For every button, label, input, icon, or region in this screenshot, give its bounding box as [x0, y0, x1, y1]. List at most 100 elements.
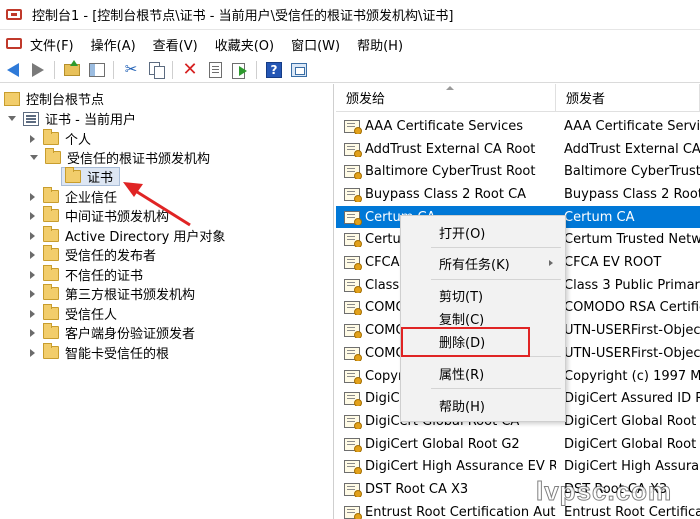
chevron-right-icon[interactable]	[30, 270, 35, 279]
tree-item-trusted-people[interactable]: 受信任人	[30, 304, 117, 323]
tree-item-trusted-publishers[interactable]: 受信任的发布者	[30, 245, 156, 264]
context-menu: 打开(O) 所有任务(K) 剪切(T) 复制(C) 删除(D) 属性(R) 帮助…	[400, 215, 566, 422]
help-button[interactable]: ?	[262, 59, 286, 81]
chevron-down-icon[interactable]	[8, 116, 16, 121]
tree-item-label: 客户端身份验证颁发者	[65, 327, 196, 342]
column-issued-to[interactable]: 颁发给	[336, 84, 556, 112]
certificate-icon	[344, 483, 362, 498]
issued-by-cell: CFCA EV ROOT	[564, 255, 662, 271]
folder-icon	[43, 226, 59, 242]
copy-icon	[148, 62, 165, 79]
tree-item-personal[interactable]: 个人	[30, 129, 91, 148]
chevron-right-icon[interactable]	[30, 134, 35, 143]
chevron-right-icon[interactable]	[30, 309, 35, 318]
context-menu-copy[interactable]: 复制(C)	[401, 307, 565, 329]
context-menu-cut[interactable]: 剪切(T)	[401, 284, 565, 306]
menu-help[interactable]: 帮助(H)	[357, 35, 412, 54]
issued-to-text: Baltimore CyberTrust Root	[365, 164, 536, 180]
table-row[interactable]: DigiCert High Assurance EV Ro... DigiCert…	[336, 456, 700, 479]
certificate-icon	[344, 392, 362, 407]
chevron-right-icon[interactable]	[30, 348, 35, 357]
tree-store-label: 证书 - 当前用户	[45, 113, 136, 128]
menu-bar: 文件(F) 操作(A) 查看(V) 收藏夹(O) 窗口(W) 帮助(H)	[0, 31, 700, 57]
tree-item-certificates[interactable]: 证书	[61, 167, 121, 186]
chevron-down-icon[interactable]	[30, 155, 38, 160]
issued-by-cell: Class 3 Public Primary C	[564, 277, 700, 293]
export-button[interactable]	[228, 59, 252, 81]
menu-favorites[interactable]: 收藏夹(O)	[215, 35, 283, 54]
menu-action[interactable]: 操作(A)	[91, 35, 145, 54]
chevron-right-icon[interactable]	[30, 250, 35, 259]
menu-window[interactable]: 窗口(W)	[291, 35, 349, 54]
menu-view[interactable]: 查看(V)	[153, 35, 207, 54]
title-bar: 控制台1 - [控制台根节点\证书 - 当前用户\受信任的根证书颁发机构\证书]	[0, 0, 700, 30]
issued-by-cell: DigiCert Global Root G	[564, 436, 700, 452]
menu-file[interactable]: 文件(F)	[30, 35, 83, 54]
properties-button[interactable]	[203, 59, 227, 81]
cut-button[interactable]: ✂	[119, 59, 143, 81]
table-row[interactable]: Buypass Class 2 Root CA Buypass Class 2 R…	[336, 183, 700, 206]
delete-icon: ✕	[182, 58, 198, 80]
table-row[interactable]: AAA Certificate Services AAA Certificate …	[336, 115, 700, 138]
action-pane-button[interactable]	[287, 59, 311, 81]
menu-separator	[431, 279, 561, 280]
export-icon	[232, 62, 248, 79]
console-menu-icon[interactable]	[6, 35, 24, 53]
certificate-icon	[344, 233, 362, 248]
chevron-right-icon[interactable]	[30, 192, 35, 201]
context-menu-label: 剪切(T)	[439, 289, 484, 305]
certificate-store-icon	[23, 111, 39, 126]
table-row[interactable]: DigiCert Global Root G2 DigiCert Global R…	[336, 433, 700, 456]
console-app-icon	[6, 6, 24, 24]
issued-by-cell: DigiCert High Assurance	[564, 459, 700, 475]
folder-icon	[43, 343, 59, 359]
issued-to-cell: DigiCert High Assurance EV Ro...	[344, 459, 556, 475]
certificate-icon	[344, 369, 362, 384]
tree-item-smart-card-root[interactable]: 智能卡受信任的根	[30, 343, 169, 362]
show-hide-tree-button[interactable]	[85, 59, 109, 81]
up-folder-button[interactable]	[60, 59, 84, 81]
table-row[interactable]: Baltimore CyberTrust Root Baltimore Cyber…	[336, 160, 700, 183]
chevron-right-icon[interactable]	[30, 231, 35, 240]
context-menu-label: 所有任务(K)	[439, 257, 510, 273]
context-menu-help[interactable]: 帮助(H)	[401, 394, 565, 416]
delete-button[interactable]: ✕	[178, 59, 202, 81]
table-row[interactable]: DST Root CA X3 DST Root CA X3	[336, 478, 700, 501]
column-issued-by[interactable]: 颁发者	[556, 84, 700, 112]
forward-button[interactable]	[26, 59, 50, 81]
issued-to-cell: Entrust Root Certification Auth...	[344, 505, 556, 519]
folder-icon	[43, 129, 59, 145]
context-menu-label: 属性(R)	[439, 367, 485, 383]
tree-item-untrusted[interactable]: 不信任的证书	[30, 265, 143, 284]
issued-by-cell: Certum CA	[564, 209, 635, 225]
copy-button[interactable]	[144, 59, 168, 81]
folder-icon	[43, 323, 59, 339]
issued-to-cell: DigiCert Global Root G2	[344, 437, 556, 452]
back-button[interactable]	[1, 59, 25, 81]
tree-item-trusted-root[interactable]: 受信任的根证书颁发机构	[30, 148, 210, 167]
tree-item-enterprise-trust[interactable]: 企业信任	[30, 187, 117, 206]
toolbar-separator	[172, 60, 173, 79]
console-tree[interactable]: 控制台根节点 证书 - 当前用户 个人 受信任的根证书颁发机构 证书 企业信任 …	[0, 84, 334, 519]
issued-to-text: Buypass Class 2 Root CA	[365, 186, 527, 202]
tree-item-intermediate-ca[interactable]: 中间证书颁发机构	[30, 206, 169, 225]
table-row[interactable]: Entrust Root Certification Auth... Entrus…	[336, 501, 700, 519]
table-row[interactable]: AddTrust External CA Root AddTrust Extern…	[336, 138, 700, 161]
tree-root[interactable]: 控制台根节点	[4, 89, 104, 108]
chevron-right-icon[interactable]	[30, 289, 35, 298]
tree-item-ad-user-object[interactable]: Active Directory 用户对象	[30, 226, 225, 245]
context-menu-open[interactable]: 打开(O)	[401, 221, 565, 243]
issued-by-cell: Buypass Class 2 Root CA	[564, 186, 700, 202]
certificate-icon	[344, 165, 362, 180]
tree-store[interactable]: 证书 - 当前用户	[8, 109, 136, 128]
issued-to-cell: AddTrust External CA Root	[344, 142, 556, 157]
folder-icon	[43, 284, 59, 300]
chevron-right-icon[interactable]	[30, 211, 35, 220]
tree-item-client-auth-issuers[interactable]: 客户端身份验证颁发者	[30, 323, 195, 342]
issued-by-cell: Certum Trusted Netwo	[564, 232, 700, 248]
context-menu-properties[interactable]: 属性(R)	[401, 362, 565, 384]
chevron-right-icon[interactable]	[30, 328, 35, 337]
issued-by-cell: DigiCert Global Root CA	[564, 413, 700, 429]
tree-item-third-party-root[interactable]: 第三方根证书颁发机构	[30, 284, 195, 303]
context-menu-all-tasks[interactable]: 所有任务(K)	[401, 252, 565, 274]
